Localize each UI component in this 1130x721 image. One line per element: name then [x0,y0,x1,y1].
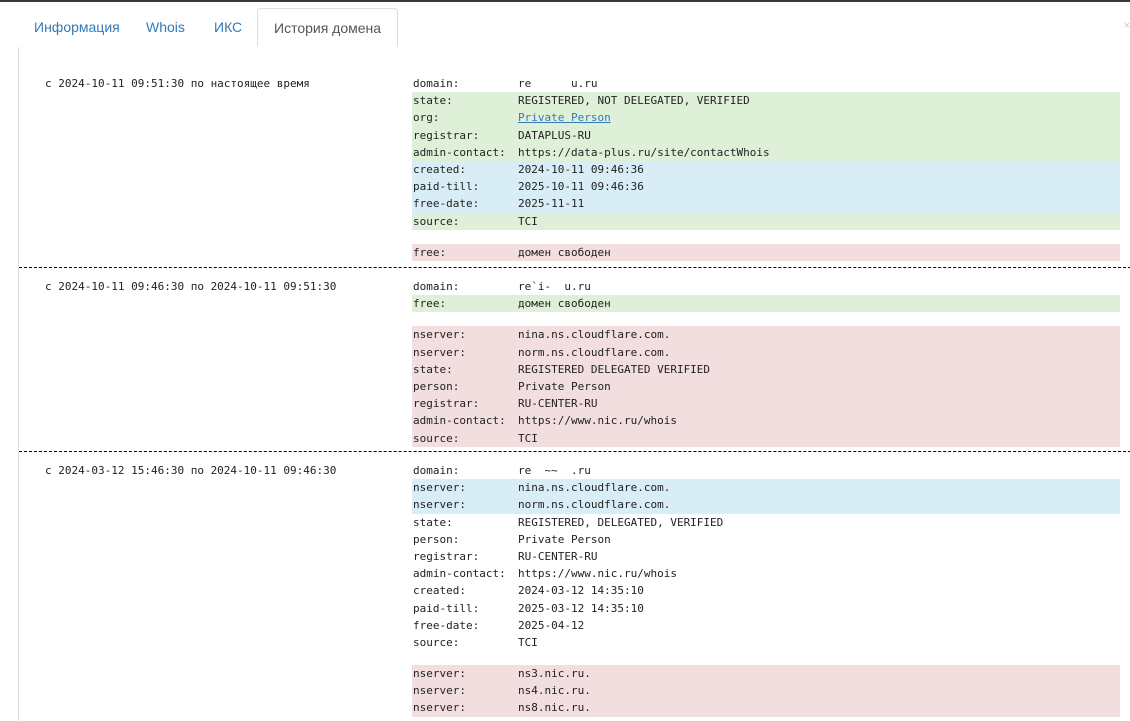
tab-domain-history[interactable]: История домена [257,8,399,47]
whois-row: org: Private Person [412,109,1120,127]
domain-history-panel: с 2024-10-11 09:51:30 по настоящее время… [18,47,1130,721]
tab-iks[interactable]: ИКС [198,8,258,46]
whois-row: nserver: norm.ns.cloudflare.com. [412,343,1120,361]
whois-row: registrar: RU-CENTER-RU [413,549,598,563]
whois-row: registrar: RU-CENTER-RU [412,395,1120,413]
period-range: с 2024-10-11 09:46:30 по 2024-10-11 09:5… [45,280,337,293]
tab-whois[interactable]: Whois [130,8,201,46]
whois-record: domain: re`i- u.ru free: домен свободен ns… [412,278,1120,447]
whois-row: nserver: ns4.nic.ru. [412,682,1120,700]
whois-row: nserver: norm.ns.cloudflare.com. [412,496,1120,514]
org-link[interactable]: Private Person [518,111,611,124]
whois-row: paid-till: 2025-10-11 09:46:36 [412,178,1120,196]
close-icon[interactable]: × [1124,20,1130,32]
period-range: с 2024-03-12 15:46:30 по 2024-10-11 09:4… [45,464,337,477]
whois-row: free: домен свободен [412,295,1120,313]
whois-row: paid-till: 2025-03-12 14:35:10 [413,601,644,615]
whois-row: created: 2024-10-11 09:46:36 [412,160,1120,179]
window-top-border [0,0,1130,2]
whois-row: free: домен свободен [412,243,1120,261]
whois-row: state: REGISTERED, NOT DELEGATED, VERIFIE… [412,92,1120,110]
whois-row: domain: re u.ru [413,77,598,90]
whois-row: registrar: DATAPLUS-RU [412,126,1120,144]
whois-row: domain: re`i- u.ru [413,280,591,293]
whois-row: domain: re ~~ .ru [413,464,591,477]
whois-row: nserver: ns8.nic.ru. [412,699,1120,717]
tab-info[interactable]: Информация [18,8,136,46]
whois-row: created: 2024-03-12 14:35:10 [413,584,644,598]
whois-row: free-date: 2025-11-11 [412,195,1120,213]
whois-row: nserver: nina.ns.cloudflare.com. [412,326,1120,344]
whois-row: person: Private Person [413,532,611,546]
whois-row: admin-contact: https://data-plus.ru/site/… [412,143,1120,161]
whois-row: free-date: 2025-04-12 [413,618,585,632]
history-period: с 2024-10-11 09:51:30 по настоящее время… [19,47,1130,268]
whois-row: source: TCI [412,429,1120,447]
whois-row: nserver: nina.ns.cloudflare.com. [412,479,1120,497]
whois-record: domain: re ~~ .ru nserver: nina.ns.cloudfl… [412,462,1120,717]
tab-bar: Информация Whois ИКС История домена × [18,8,1130,48]
whois-record: domain: re u.ru state: REGISTERED, NOT DEL… [412,75,1120,261]
whois-row: admin-contact: https://www.nic.ru/whois [413,567,677,581]
whois-row: admin-contact: https://www.nic.ru/whois [412,412,1120,430]
whois-row: person: Private Person [412,377,1120,396]
whois-row: state: REGISTERED, DELEGATED, VERIFIED [413,515,724,529]
history-period: с 2024-03-12 15:46:30 по 2024-10-11 09:4… [19,452,1130,721]
whois-row: nserver: ns3.nic.ru. [412,665,1120,683]
whois-row: state: REGISTERED DELEGATED VERIFIED [412,360,1120,378]
history-period: с 2024-10-11 09:46:30 по 2024-10-11 09:5… [19,268,1130,452]
whois-row: source: TCI [412,212,1120,230]
period-range: с 2024-10-11 09:51:30 по настоящее время [45,77,310,90]
whois-row: source: TCI [413,635,538,649]
